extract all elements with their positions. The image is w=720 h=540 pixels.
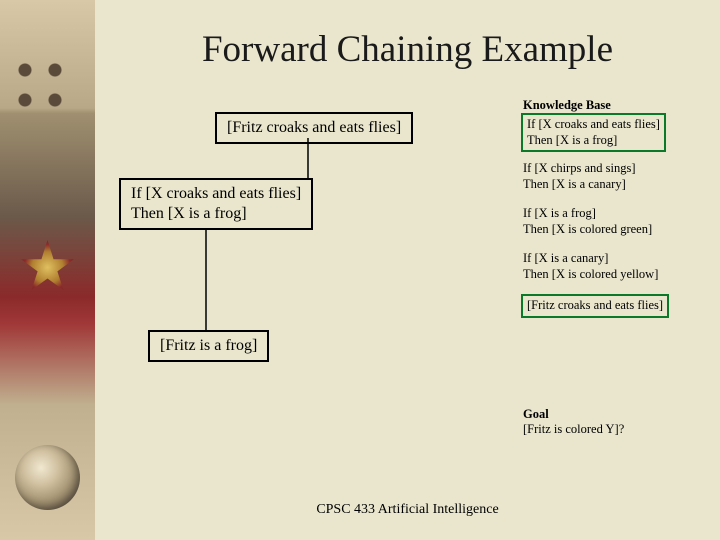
slide-footer: CPSC 433 Artificial Intelligence (95, 502, 720, 518)
kb-rule-4: If [X is a canary] Then [X is colored ye… (523, 251, 658, 282)
kb-rule-2: If [X chirps and sings] Then [X is a can… (523, 161, 635, 192)
slide-title: Forward Chaining Example (95, 28, 720, 71)
slide-content: Forward Chaining Example [Fritz croaks a… (95, 0, 720, 540)
fact-fritz-frog: [Fritz is a frog] (148, 330, 269, 362)
kb-fact-1: [Fritz croaks and eats flies] (521, 294, 669, 318)
kb-rule-3: If [X is a frog] Then [X is colored gree… (523, 206, 652, 237)
kb-rule-1: If [X croaks and eats flies] Then [X is … (521, 113, 666, 152)
rule-croaks-frog: If [X croaks and eats flies] Then [X is … (119, 178, 313, 230)
decorative-sidebar (0, 0, 95, 540)
fact-fritz-croaks: [Fritz croaks and eats flies] (215, 112, 413, 144)
goal-header: Goal (523, 407, 549, 423)
kb-header: Knowledge Base (523, 98, 611, 114)
goal-text: [Fritz is colored Y]? (523, 422, 624, 438)
